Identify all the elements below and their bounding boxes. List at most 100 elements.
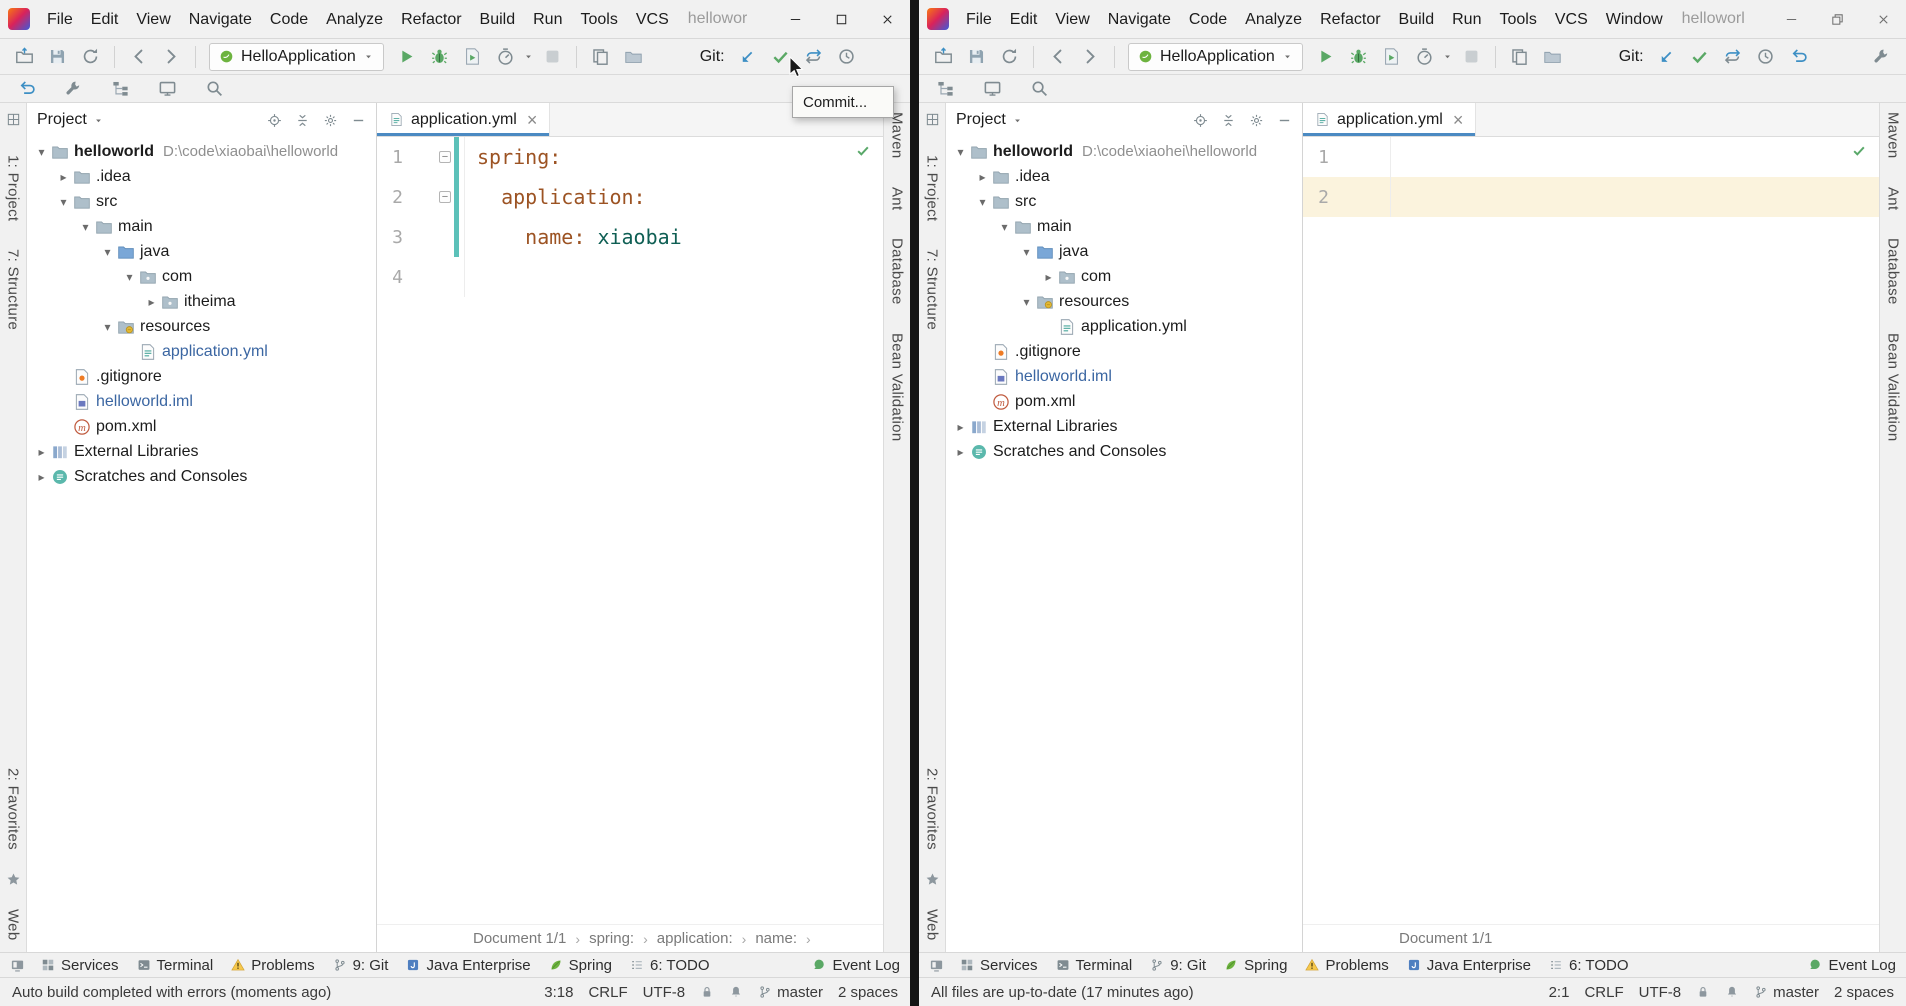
save-all-button[interactable]	[41, 43, 74, 71]
expand-arrow-icon[interactable]: ▾	[974, 195, 991, 209]
undo-button[interactable]	[10, 75, 43, 103]
open-file-button[interactable]	[8, 43, 41, 71]
toolwindow-stripe-7-structure[interactable]: 7: Structure	[924, 249, 941, 330]
toolwindow-button-6-todo[interactable]: 6: TODO	[1549, 957, 1628, 974]
status-lock[interactable]	[1696, 985, 1710, 999]
status-bell[interactable]	[1725, 985, 1739, 999]
toolwindow-stripe-bean-validation[interactable]: Bean Validation	[1885, 333, 1902, 441]
status-2-spaces[interactable]: 2 spaces	[838, 984, 898, 1001]
tree-item-helloworld-iml[interactable]: helloworld.iml	[946, 364, 1302, 389]
expand-arrow-icon[interactable]: ▸	[952, 420, 969, 434]
menu-refactor[interactable]: Refactor	[392, 0, 470, 39]
toolwindow-button-event-log[interactable]: Event Log	[812, 957, 900, 974]
breadcrumb-application[interactable]: application:	[657, 930, 733, 947]
menu-run[interactable]: Run	[1443, 0, 1490, 39]
status-crlf[interactable]: CRLF	[588, 984, 627, 1001]
status-3-18[interactable]: 3:18	[544, 984, 573, 1001]
status-utf-8[interactable]: UTF-8	[1639, 984, 1682, 1001]
toolwindow-stripe-1-project[interactable]: 1: Project	[924, 155, 941, 221]
open-project-button[interactable]	[617, 43, 650, 71]
locate-file-button[interactable]	[1193, 113, 1208, 128]
run-anything-button[interactable]	[976, 75, 1009, 103]
stop-button[interactable]	[536, 43, 569, 71]
editor-tab[interactable]: application.yml ×	[1303, 103, 1476, 136]
toolwindow-button-event-log[interactable]: Event Log	[1808, 957, 1896, 974]
profiler-button[interactable]	[1408, 43, 1441, 71]
project-structure-button[interactable]	[104, 75, 137, 103]
expand-arrow-icon[interactable]: ▸	[33, 470, 50, 484]
tree-item-src[interactable]: ▾src	[27, 189, 376, 214]
toolwindow-button-terminal[interactable]: Terminal	[1056, 957, 1133, 974]
forward-button[interactable]	[1074, 43, 1107, 71]
tree-item-helloworld[interactable]: ▾helloworldD:\code\xiaobai\helloworld	[27, 139, 376, 164]
toolwindow-button-problems[interactable]: Problems	[231, 957, 314, 974]
back-button[interactable]	[122, 43, 155, 71]
search-everywhere-button[interactable]	[198, 75, 231, 103]
toolwindow-stripe-web[interactable]: Web	[5, 909, 22, 940]
expand-arrow-icon[interactable]: ▸	[952, 445, 969, 459]
menu-analyze[interactable]: Analyze	[317, 0, 392, 39]
tree-item-java[interactable]: ▾java	[27, 239, 376, 264]
settings-gear-button[interactable]	[323, 113, 338, 128]
back-button[interactable]	[1041, 43, 1074, 71]
tree-item-external-libraries[interactable]: ▸External Libraries	[946, 414, 1302, 439]
favorites-star-icon[interactable]	[6, 872, 21, 887]
toolwindow-stripe-maven[interactable]: Maven	[889, 112, 906, 159]
locate-file-button[interactable]	[267, 113, 282, 128]
hide-panel-button[interactable]	[351, 113, 366, 128]
close-button[interactable]	[864, 0, 910, 38]
expand-arrow-icon[interactable]: ▸	[55, 170, 72, 184]
history-button[interactable]	[830, 43, 863, 71]
menu-file[interactable]: File	[38, 0, 82, 39]
project-structure-button[interactable]	[929, 75, 962, 103]
close-button[interactable]	[1860, 0, 1906, 38]
update-project-button[interactable]	[731, 43, 764, 71]
save-all-button[interactable]	[960, 43, 993, 71]
expand-arrow-icon[interactable]: ▾	[1018, 245, 1035, 259]
inspections-ok-icon[interactable]	[856, 144, 870, 158]
history-button[interactable]	[1749, 43, 1782, 71]
toolwindow-button-services[interactable]: Services	[960, 957, 1038, 974]
tree-item-src[interactable]: ▾src	[946, 189, 1302, 214]
chevron-down-icon[interactable]	[1441, 43, 1455, 71]
toolwindow-button-spring[interactable]: Spring	[549, 957, 612, 974]
tree-item-idea[interactable]: ▸.idea	[27, 164, 376, 189]
tree-item-idea[interactable]: ▸.idea	[946, 164, 1302, 189]
tree-item-scratches-and-consoles[interactable]: ▸Scratches and Consoles	[27, 464, 376, 489]
expand-arrow-icon[interactable]: ▸	[143, 295, 160, 309]
code-editor[interactable]: 12	[1303, 137, 1879, 924]
toolwindow-button-6-todo[interactable]: 6: TODO	[630, 957, 709, 974]
toolwindow-button-problems[interactable]: Problems	[1305, 957, 1388, 974]
maximize-button[interactable]	[818, 0, 864, 38]
run-config-selector[interactable]: HelloApplication	[1128, 43, 1303, 71]
toolwindow-stripe-database[interactable]: Database	[889, 238, 906, 305]
expand-arrow-icon[interactable]: ▾	[55, 195, 72, 209]
menu-view[interactable]: View	[127, 0, 179, 39]
status-utf-8[interactable]: UTF-8	[643, 984, 686, 1001]
project-view-selector[interactable]: Project	[956, 111, 1006, 129]
toolwindow-stripe-7-structure[interactable]: 7: Structure	[5, 249, 22, 330]
close-tab-icon[interactable]: ×	[1453, 111, 1464, 129]
minimize-button[interactable]	[772, 0, 818, 38]
expand-arrow-icon[interactable]: ▾	[996, 220, 1013, 234]
tree-item-application-yml[interactable]: application.yml	[946, 314, 1302, 339]
favorites-star-icon[interactable]	[925, 872, 940, 887]
chevron-down-icon[interactable]	[522, 43, 536, 71]
debug-button[interactable]	[423, 43, 456, 71]
tree-item-resources[interactable]: ▾resources	[27, 314, 376, 339]
toolwindow-button-java-enterprise[interactable]: Java Enterprise	[1407, 957, 1531, 974]
toolwindow-button-9-git[interactable]: 9: Git	[1150, 957, 1206, 974]
menu-code[interactable]: Code	[1180, 0, 1236, 39]
editor-tab[interactable]: application.yml ×	[377, 103, 550, 136]
menu-edit[interactable]: Edit	[1001, 0, 1047, 39]
hide-panel-button[interactable]	[1277, 113, 1292, 128]
breadcrumb-name[interactable]: name:	[755, 930, 797, 947]
menu-window[interactable]: Window	[1597, 0, 1672, 39]
tree-item-application-yml[interactable]: application.yml	[27, 339, 376, 364]
status-2-spaces[interactable]: 2 spaces	[1834, 984, 1894, 1001]
menu-analyze[interactable]: Analyze	[1236, 0, 1311, 39]
expand-arrow-icon[interactable]: ▾	[99, 320, 116, 334]
toolwindow-switcher-button[interactable]	[10, 958, 25, 973]
status-2-1[interactable]: 2:1	[1549, 984, 1570, 1001]
commit-button[interactable]	[1683, 43, 1716, 71]
